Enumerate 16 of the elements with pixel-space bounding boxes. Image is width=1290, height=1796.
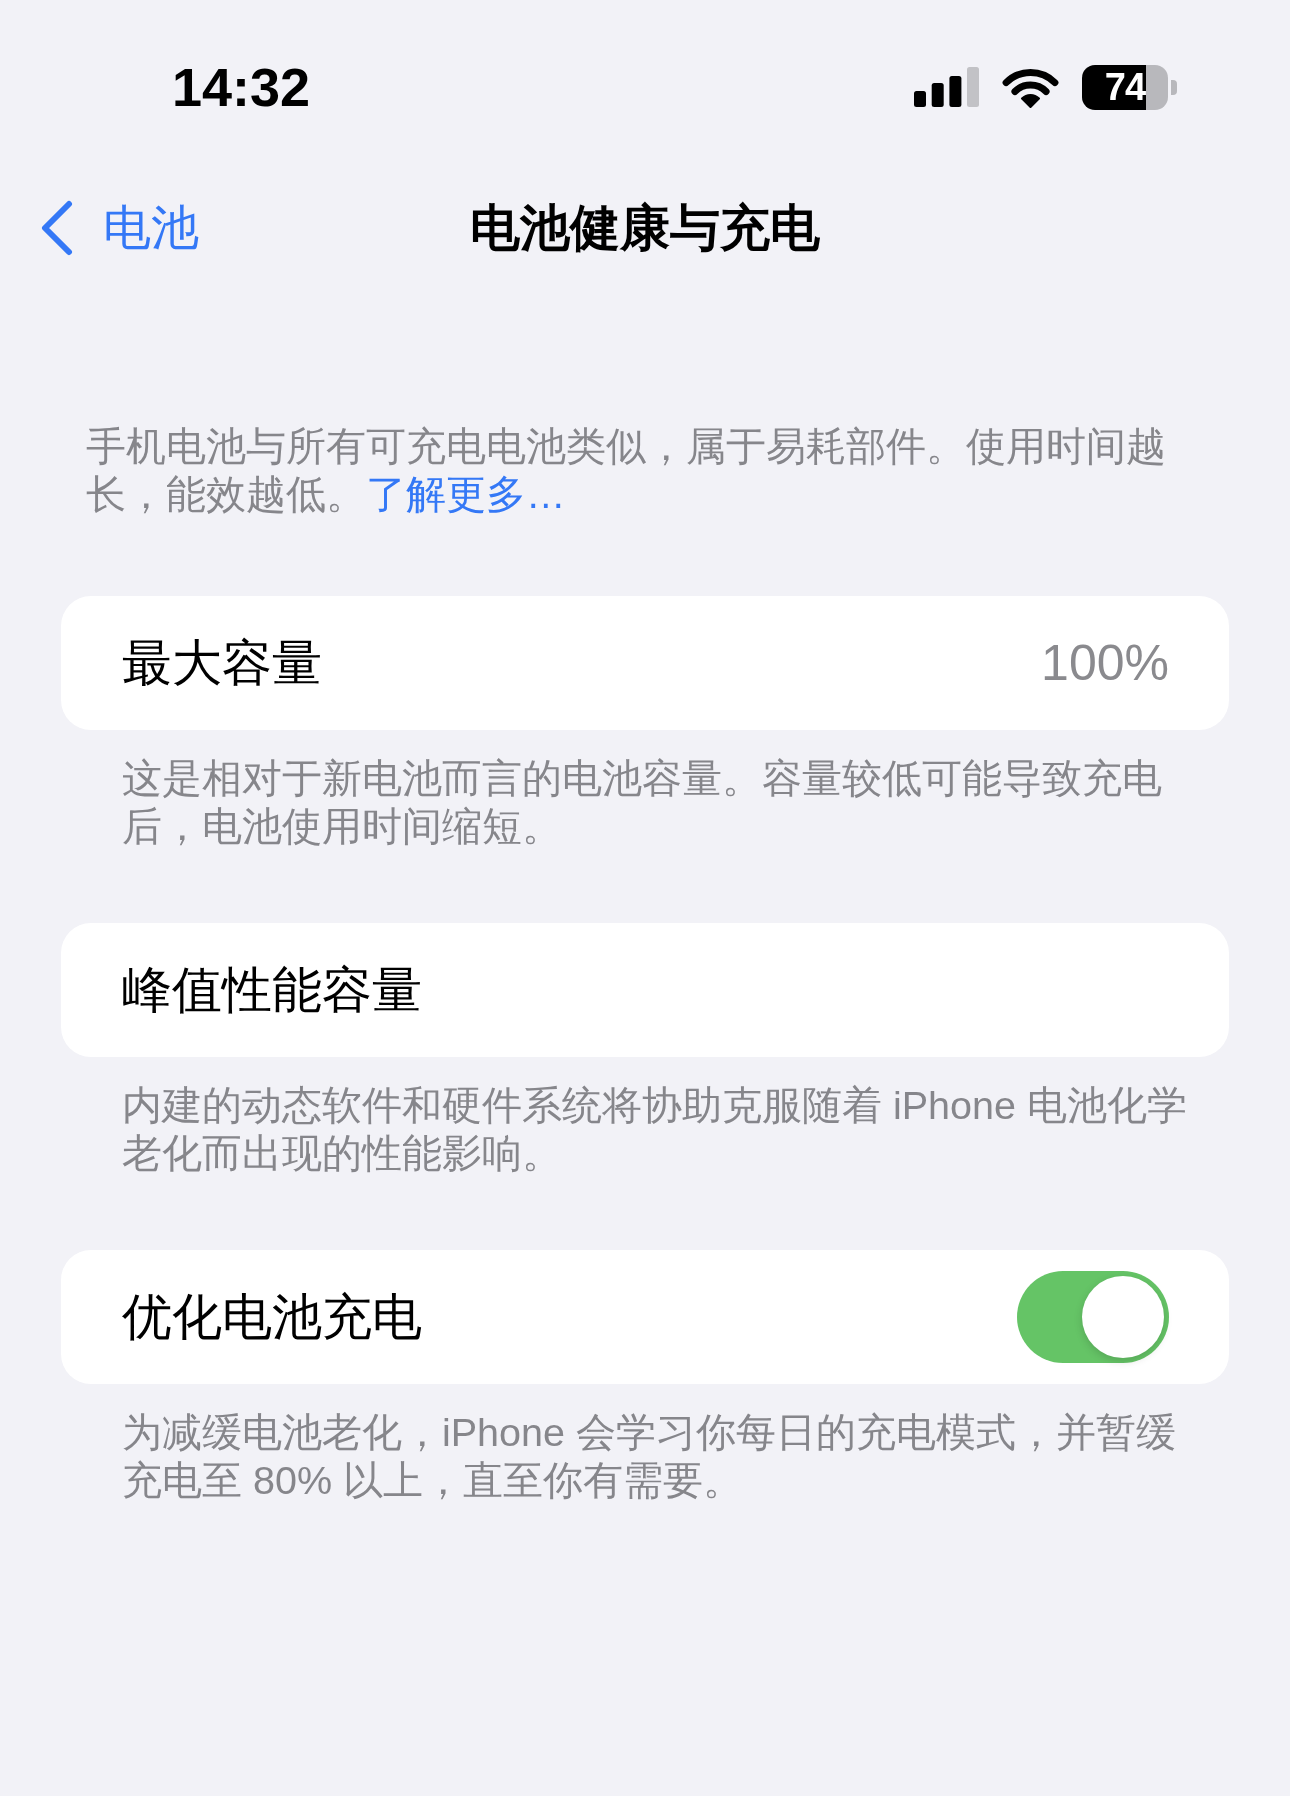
- signal-icon: [914, 67, 979, 107]
- learn-more-link[interactable]: 了解更多…: [366, 472, 566, 516]
- row-value: 100%: [1041, 634, 1169, 693]
- section-footer-text: 为减缓电池老化，iPhone 会学习你每日的充电模式，并暂缓充电至 80% 以上，直至你有需要。: [122, 1409, 1177, 1504]
- section-footer-text: 这是相对于新电池而言的电池容量。容量较低可能导致充电后，电池使用时间缩短。: [122, 755, 1163, 850]
- wifi-icon: [1002, 66, 1059, 108]
- status-time: 14:32: [172, 60, 311, 114]
- intro-text: 手机电池与所有可充电电池类似，属于易耗部件。使用时间越长，能效越低。了解更多…: [86, 423, 1167, 518]
- page-title: 电池健康与充电: [470, 199, 820, 258]
- row-label: 峰值性能容量: [122, 961, 422, 1020]
- row-label: 优化电池充电: [122, 1288, 422, 1347]
- back-button[interactable]: 电池: [40, 199, 199, 257]
- section-footer-text: 内建的动态软件和硬件系统将协助克服随着 iPhone 电池化学老化而出现的性能影响。: [122, 1082, 1188, 1177]
- battery-indicator: 74: [1082, 64, 1177, 110]
- row-label: 最大容量: [122, 634, 322, 693]
- chevron-left-icon: [40, 200, 74, 256]
